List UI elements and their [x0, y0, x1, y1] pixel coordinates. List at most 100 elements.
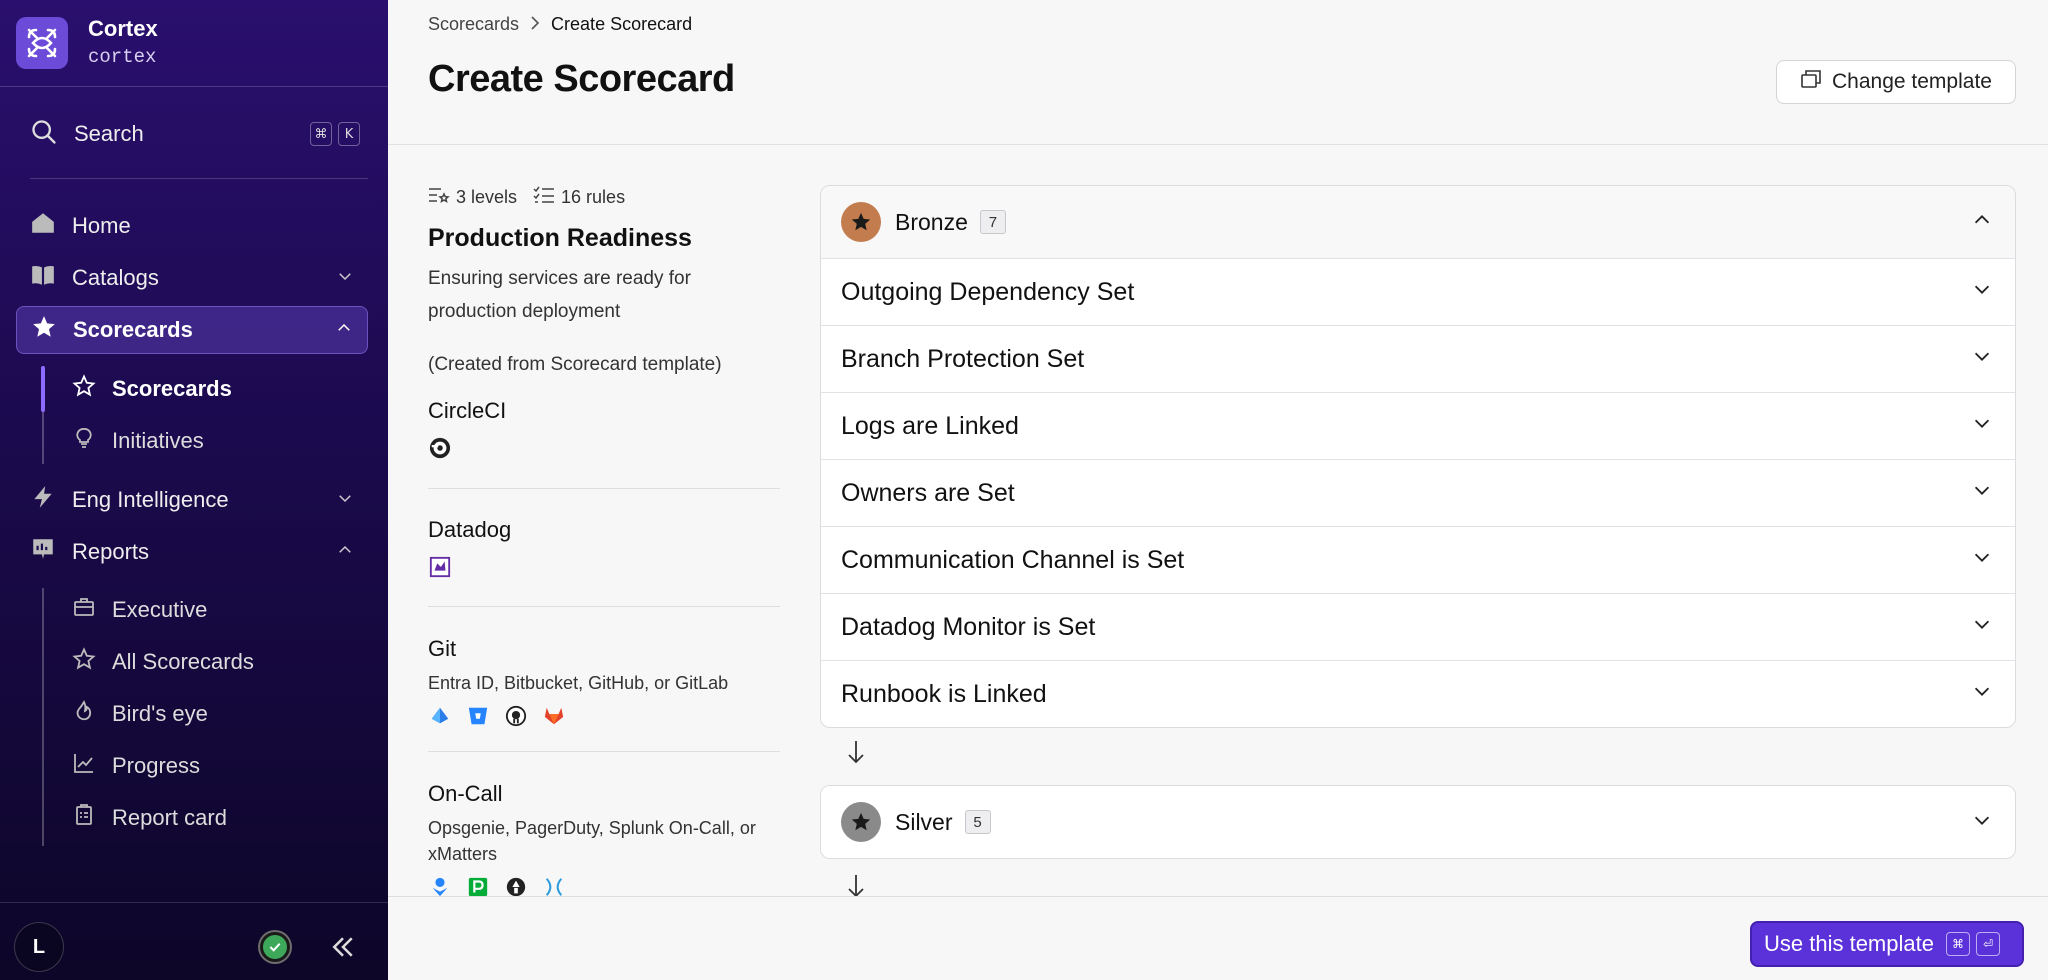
- nav-item-scorecards[interactable]: Scorecards: [16, 306, 368, 354]
- footer-bar: Use this template ⌘ ⏎: [388, 896, 2048, 980]
- search-button[interactable]: Search ⌘ K: [30, 116, 360, 152]
- chevron-down-icon: [1971, 479, 1993, 508]
- rule-row[interactable]: Communication Channel is Set: [821, 526, 2015, 593]
- nav-item-reports[interactable]: Reports: [16, 528, 368, 576]
- level-header[interactable]: Silver 5: [821, 786, 2015, 858]
- rule-row[interactable]: Owners are Set: [821, 459, 2015, 526]
- breadcrumb: Scorecards Create Scorecard: [428, 14, 692, 35]
- lightning-icon: [30, 484, 56, 516]
- arrow-down-icon: [846, 738, 866, 771]
- workspace-name: cortex: [88, 46, 157, 68]
- nav-label: Eng Intelligence: [72, 487, 229, 512]
- divider: [428, 751, 780, 752]
- silver-medal-icon: [841, 802, 881, 842]
- sub-item-executive[interactable]: Executive: [72, 590, 207, 630]
- level-card-bronze: Bronze 7 Outgoing Dependency Set Branch …: [820, 185, 2016, 728]
- chevron-up-icon: [335, 317, 353, 343]
- scorecard-description: Ensuring services are ready for producti…: [428, 268, 691, 322]
- chevrons-left-icon: [332, 937, 353, 957]
- search-label: Search: [74, 121, 144, 146]
- status-ok-icon[interactable]: [260, 932, 290, 962]
- nav-label: Reports: [72, 539, 150, 564]
- rule-row[interactable]: Logs are Linked: [821, 392, 2015, 459]
- sub-item-initiatives[interactable]: Initiatives: [72, 421, 204, 461]
- nav-item-eng-intelligence[interactable]: Eng Intelligence: [16, 476, 368, 524]
- nav-item-catalogs[interactable]: Catalogs: [16, 254, 368, 302]
- bitbucket-icon: [466, 704, 490, 728]
- github-icon: [504, 704, 528, 728]
- levels-icon: [428, 186, 450, 209]
- integration-circleci: CircleCI: [428, 398, 780, 460]
- book-icon: [30, 262, 56, 294]
- report-icon: [30, 536, 56, 568]
- chevron-down-icon: [1971, 412, 1993, 441]
- rule-row[interactable]: Branch Protection Set: [821, 325, 2015, 392]
- user-avatar[interactable]: L: [14, 922, 64, 972]
- sub-item-birds-eye[interactable]: Bird's eye: [72, 694, 208, 734]
- rule-name: Owners are Set: [841, 478, 1015, 507]
- bronze-medal-icon: [841, 202, 881, 242]
- use-template-button[interactable]: Use this template ⌘ ⏎: [1750, 921, 2024, 967]
- sub-item-all-scorecards[interactable]: All Scorecards: [72, 642, 254, 682]
- sub-item-label: Initiatives: [112, 428, 204, 453]
- rule-row[interactable]: Outgoing Dependency Set: [821, 258, 2015, 325]
- chevron-right-icon: [529, 14, 541, 35]
- chevron-down-icon: [1971, 278, 1993, 307]
- chevron-down-icon: [1971, 546, 1993, 575]
- nav-item-home[interactable]: Home: [16, 202, 368, 250]
- chevron-down-icon: [336, 487, 354, 513]
- integration-description: Opsgenie, PagerDuty, Splunk On-Call, or …: [428, 818, 756, 864]
- star-icon: [31, 314, 57, 346]
- rule-count-badge: 5: [964, 810, 991, 834]
- app-name: Cortex: [88, 16, 158, 41]
- change-template-button[interactable]: Change template: [1776, 60, 2016, 104]
- cortex-logo-icon: [16, 17, 68, 69]
- gitlab-icon: [542, 704, 566, 728]
- star-outline-icon: [72, 647, 96, 677]
- home-icon: [30, 210, 56, 242]
- chevron-up-icon: [1971, 209, 1993, 236]
- main-content: Scorecards Create Scorecard Create Score…: [388, 0, 2048, 980]
- sub-item-progress[interactable]: Progress: [72, 746, 200, 786]
- sub-item-label: Bird's eye: [112, 701, 208, 726]
- collapse-sidebar-button[interactable]: [326, 930, 360, 964]
- integration-description: Entra ID, Bitbucket, GitHub, or GitLab: [428, 673, 729, 693]
- integration-name: CircleCI: [428, 398, 507, 423]
- shortcut-key: ⌘: [310, 122, 332, 146]
- integration-git: Git Entra ID, Bitbucket, GitHub, or GitL…: [428, 636, 780, 728]
- submenu-line: [42, 588, 44, 846]
- rule-row[interactable]: Runbook is Linked: [821, 660, 2015, 727]
- sub-item-label: Report card: [112, 805, 227, 830]
- sub-item-scorecards[interactable]: Scorecards: [72, 369, 232, 409]
- scorecard-meta: 3 levels 16 rules: [428, 186, 625, 209]
- search-icon: [30, 118, 58, 151]
- integration-on-call: On-Call Opsgenie, PagerDuty, Splunk On-C…: [428, 781, 780, 899]
- divider: [428, 488, 780, 489]
- button-label: Use this template: [1764, 931, 1934, 956]
- workspace-switcher[interactable]: Cortex cortex: [16, 16, 158, 70]
- datadog-icon: [428, 555, 452, 579]
- sub-item-report-card[interactable]: Report card: [72, 798, 227, 838]
- chevron-down-icon: [1971, 809, 1993, 836]
- submenu-active-indicator: [41, 366, 45, 412]
- levels-count: 3 levels: [456, 187, 518, 207]
- breadcrumb-parent-link[interactable]: Scorecards: [428, 14, 519, 35]
- button-label: Change template: [1832, 70, 1992, 93]
- rule-name: Communication Channel is Set: [841, 545, 1185, 574]
- circleci-icon: [428, 436, 452, 460]
- page-title: Create Scorecard: [428, 58, 735, 100]
- checklist-icon: [533, 186, 555, 209]
- rule-row[interactable]: Datadog Monitor is Set: [821, 593, 2015, 660]
- rule-name: Outgoing Dependency Set: [841, 277, 1135, 306]
- level-header[interactable]: Bronze 7: [821, 186, 2015, 258]
- rule-name: Datadog Monitor is Set: [841, 612, 1096, 641]
- scorecard-template-note: (Created from Scorecard template): [428, 354, 722, 375]
- chevron-down-icon: [1971, 680, 1993, 709]
- level-name: Bronze: [895, 208, 968, 235]
- chevron-down-icon: [1971, 613, 1993, 642]
- divider: [388, 144, 2048, 145]
- integration-name: On-Call: [428, 781, 503, 806]
- shortcut-key: K: [338, 122, 360, 146]
- sub-item-label: Progress: [112, 753, 201, 778]
- divider: [30, 178, 368, 179]
